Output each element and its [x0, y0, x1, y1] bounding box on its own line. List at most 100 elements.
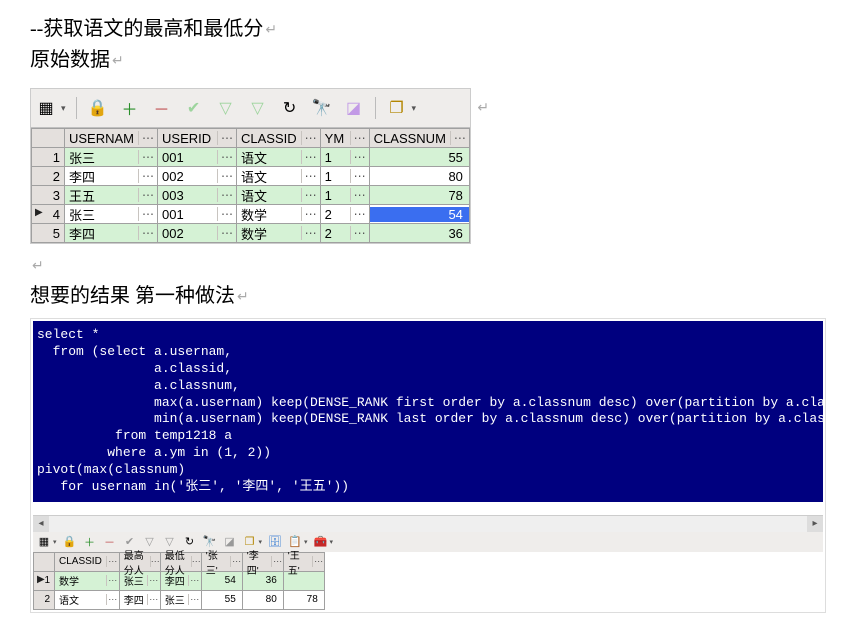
column-header[interactable]: 最低分人⋯ — [160, 552, 201, 571]
lock-icon[interactable]: 🔒 — [87, 97, 109, 119]
separator — [375, 97, 376, 119]
dropdown-icon[interactable]: ▾ — [61, 103, 66, 114]
table-row[interactable]: 5李四⋯002⋯数学⋯2⋯36 — [32, 224, 470, 243]
cell[interactable]: 李四⋯ — [119, 590, 160, 609]
table-row[interactable]: 2语文⋯李四⋯张三⋯558078 — [34, 590, 325, 609]
table-row[interactable]: 3王五⋯003⋯语文⋯1⋯78 — [32, 186, 470, 205]
cell[interactable]: 李四⋯ — [65, 167, 158, 186]
data-grid-panel: ▦▾ 🔒 ＋ － ✔ ▽ ▽ ↻ 🔭 ◪ ❐▾ USERNAM⋯USERID⋯C… — [30, 88, 471, 244]
cell[interactable]: 001⋯ — [158, 205, 237, 224]
dropdown-icon[interactable]: ▾ — [259, 538, 263, 546]
dropdown-icon[interactable]: ▾ — [412, 103, 417, 114]
cell[interactable]: 语文⋯ — [55, 590, 120, 609]
column-header[interactable]: CLASSNUM⋯ — [369, 129, 469, 148]
table-row[interactable]: 2李四⋯002⋯语文⋯1⋯80 — [32, 167, 470, 186]
heading-source: 原始数据 — [30, 49, 110, 71]
dropdown-icon[interactable]: ▾ — [53, 538, 57, 546]
column-header[interactable]: YM⋯ — [320, 129, 369, 148]
remove-icon[interactable]: － — [151, 97, 173, 119]
row-header[interactable]: 1 — [32, 148, 65, 167]
table-row[interactable]: 4张三⋯001⋯数学⋯2⋯54 — [32, 205, 470, 224]
cell[interactable]: 李四⋯ — [160, 571, 201, 590]
cell[interactable]: 55 — [201, 590, 242, 609]
cell[interactable]: 1⋯ — [320, 167, 369, 186]
cell[interactable]: 002⋯ — [158, 224, 237, 243]
cell[interactable]: 003⋯ — [158, 186, 237, 205]
binoculars-icon[interactable]: 🔭 — [311, 97, 333, 119]
column-header[interactable]: 最高分人⋯ — [119, 552, 160, 571]
cell[interactable]: 张三⋯ — [65, 205, 158, 224]
check-icon[interactable]: ✔ — [183, 97, 205, 119]
cell[interactable]: 数学⋯ — [237, 224, 321, 243]
row-header[interactable]: 2 — [34, 590, 55, 609]
row-header[interactable]: 2 — [32, 167, 65, 186]
cell[interactable]: 语文⋯ — [237, 167, 321, 186]
cell[interactable]: 王五⋯ — [65, 186, 158, 205]
row-header[interactable]: 5 — [32, 224, 65, 243]
filter-down-icon[interactable]: ▽ — [215, 97, 237, 119]
cell[interactable]: 语文⋯ — [237, 186, 321, 205]
eraser-icon[interactable]: ◪ — [343, 97, 365, 119]
tool-icon[interactable]: 🧰 — [314, 535, 328, 549]
pilcrow-icon: ↵ — [32, 259, 44, 274]
horizontal-scrollbar[interactable]: ◂ ▸ — [33, 515, 823, 532]
editor-cursor-line[interactable] — [33, 502, 823, 515]
cell[interactable]: 2⋯ — [320, 205, 369, 224]
cell[interactable]: 80 — [242, 590, 283, 609]
dropdown-icon[interactable]: ▾ — [304, 538, 308, 546]
table-row[interactable]: 1张三⋯001⋯语文⋯1⋯55 — [32, 148, 470, 167]
stack-icon[interactable]: ❐ — [386, 97, 408, 119]
cell[interactable]: 2⋯ — [320, 224, 369, 243]
cell[interactable]: 78 — [283, 590, 324, 609]
dropdown-icon[interactable]: ▾ — [330, 538, 334, 546]
lock-icon[interactable]: 🔒 — [63, 535, 77, 549]
pilcrow-icon: ↵ — [477, 101, 489, 116]
column-header[interactable]: CLASSID⋯ — [55, 552, 120, 571]
cell[interactable]: 张三⋯ — [65, 148, 158, 167]
cell[interactable]: 55 — [369, 148, 469, 167]
scroll-right-icon[interactable]: ▸ — [807, 516, 823, 532]
cell[interactable]: 78 — [369, 186, 469, 205]
remove-icon[interactable]: － — [103, 535, 117, 549]
column-header[interactable]: '李四'⋯ — [242, 552, 283, 571]
filter-down-alt-icon[interactable]: ▽ — [247, 97, 269, 119]
cell[interactable]: 数学⋯ — [55, 571, 120, 590]
cell[interactable]: 002⋯ — [158, 167, 237, 186]
separator — [76, 97, 77, 119]
pilcrow-icon: ↵ — [265, 23, 277, 38]
column-header[interactable]: USERID⋯ — [158, 129, 237, 148]
sql-editor-panel: select * from (select a.usernam, a.class… — [30, 318, 826, 613]
column-header[interactable]: CLASSID⋯ — [237, 129, 321, 148]
cell[interactable]: 36 — [369, 224, 469, 243]
add-icon[interactable]: ＋ — [119, 97, 141, 119]
cell[interactable]: 张三⋯ — [119, 571, 160, 590]
cell[interactable]: 54 — [369, 205, 469, 224]
row-header[interactable]: 1 — [34, 571, 55, 590]
cell[interactable]: 张三⋯ — [160, 590, 201, 609]
cell[interactable]: 1⋯ — [320, 186, 369, 205]
cell[interactable]: 001⋯ — [158, 148, 237, 167]
column-header[interactable]: USERNAM⋯ — [65, 129, 158, 148]
cell[interactable]: 80 — [369, 167, 469, 186]
scroll-left-icon[interactable]: ◂ — [33, 516, 49, 532]
sql-textarea[interactable]: select * from (select a.usernam, a.class… — [33, 321, 823, 502]
cell[interactable]: 语文⋯ — [237, 148, 321, 167]
grid-icon[interactable]: ▦ — [37, 535, 51, 549]
heading-title: --获取语文的最高和最低分 — [30, 18, 263, 40]
add-icon[interactable]: ＋ — [83, 535, 97, 549]
redo-icon[interactable]: ↻ — [279, 97, 301, 119]
column-header[interactable]: '张三'⋯ — [201, 552, 242, 571]
cell[interactable]: 李四⋯ — [65, 224, 158, 243]
data-grid[interactable]: USERNAM⋯USERID⋯CLASSID⋯YM⋯CLASSNUM⋯1张三⋯0… — [31, 128, 470, 243]
cell[interactable]: 1⋯ — [320, 148, 369, 167]
result-grid[interactable]: CLASSID⋯最高分人⋯最低分人⋯'张三'⋯'李四'⋯'王五'⋯1数学⋯张三⋯… — [33, 552, 325, 610]
cell[interactable]: 数学⋯ — [237, 205, 321, 224]
column-header[interactable]: '王五'⋯ — [283, 552, 324, 571]
result-toolbar: ▦▾ 🔒 ＋ － ✔ ▽ ▽ ↻ 🔭 ◪ ❐▾ 🗄 📋▾ 🧰▾ — [33, 532, 823, 552]
row-header[interactable]: 3 — [32, 186, 65, 205]
pilcrow-icon: ↵ — [237, 290, 249, 305]
heading-wanted: 想要的结果 第一种做法 — [30, 285, 235, 307]
grid-icon[interactable]: ▦ — [35, 97, 57, 119]
table-row[interactable]: 1数学⋯张三⋯李四⋯5436 — [34, 571, 325, 590]
row-header[interactable]: 4 — [32, 205, 65, 224]
